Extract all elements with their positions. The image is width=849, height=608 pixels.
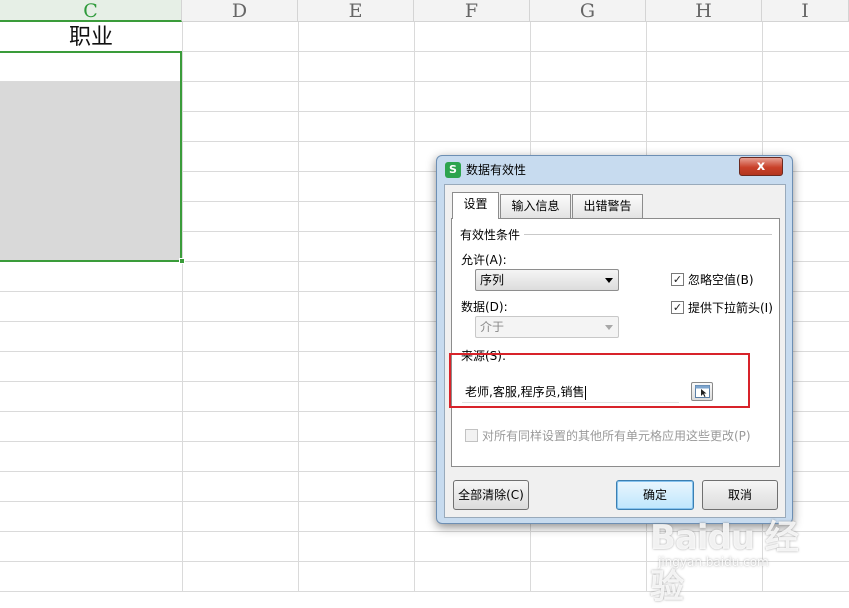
data-label: 数据(D): [461,300,508,314]
dialog-body: 设置 输入信息 出错警告 有效性条件 允许(A): 序列 数据(D): 介于 ✓… [444,184,786,518]
chevron-down-icon [605,325,613,330]
data-select[interactable]: 介于 [475,316,619,338]
tab-input-message[interactable]: 输入信息 [500,194,571,218]
chevron-down-icon [605,278,613,283]
data-select-value: 介于 [480,320,505,334]
ignore-blank-checkbox[interactable]: ✓ [671,273,684,286]
column-header-h[interactable]: H [646,0,762,22]
tab-error-alert[interactable]: 出错警告 [572,194,643,218]
group-divider [524,234,772,235]
ignore-blank-label: 忽略空值(B) [688,273,754,287]
header-cell-occupation[interactable]: 职业 [0,22,182,52]
column-header-f[interactable]: F [414,0,530,22]
column-header-e[interactable]: E [298,0,414,22]
dropdown-arrow-checkbox[interactable]: ✓ [671,301,684,314]
validation-criteria-heading: 有效性条件 [460,228,521,242]
column-header-d[interactable]: D [182,0,298,22]
allow-select[interactable]: 序列 [475,269,619,291]
selected-range[interactable] [0,51,182,262]
allow-label: 允许(A): [461,253,507,267]
apply-all-checkbox[interactable] [465,429,478,442]
annotation-highlight-box [449,353,750,408]
dialog-titlebar[interactable]: S 数据有效性 x [437,156,792,184]
apply-all-label: 对所有同样设置的其他所有单元格应用这些更改(P) [482,429,751,443]
fill-handle[interactable] [179,258,185,264]
dropdown-arrow-label: 提供下拉箭头(I) [688,301,773,315]
tab-settings[interactable]: 设置 [452,192,499,219]
data-validation-dialog: S 数据有效性 x 设置 输入信息 出错警告 有效性条件 允许(A): 序列 数… [436,155,793,524]
column-header-i[interactable]: I [762,0,849,22]
settings-panel: 有效性条件 允许(A): 序列 数据(D): 介于 ✓ 忽略空值(B) ✓ 提供… [451,218,780,467]
column-header-g[interactable]: G [530,0,646,22]
dialog-title: 数据有效性 [466,163,527,177]
baidu-jingyan-watermark: Baidu 经验 jingyan.baidu.com [648,500,808,607]
column-header-c[interactable]: C [0,0,182,22]
clear-all-button[interactable]: 全部清除(C) [453,480,529,510]
column-header-bar: C D E F G H I [0,0,849,22]
watermark-url: jingyan.baidu.com [658,555,769,569]
wps-app-icon: S [445,162,461,178]
close-button[interactable]: x [739,157,783,176]
allow-select-value: 序列 [480,273,505,287]
